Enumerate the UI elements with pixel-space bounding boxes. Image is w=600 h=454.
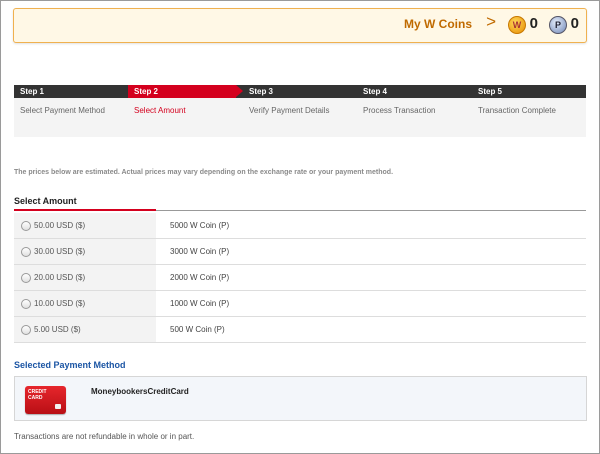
amount-radio[interactable]: [21, 221, 31, 231]
amount-option[interactable]: 20.00 USD ($) 2000 W Coin (P): [14, 265, 586, 291]
refund-note: Transactions are not refundable in whole…: [14, 432, 195, 441]
amount-price: 50.00 USD ($): [34, 221, 86, 230]
step-progress: Step 1 Select Payment Method Step 2 Sele…: [14, 85, 586, 137]
w-coin-balance: 0: [529, 15, 538, 32]
amount-price: 5.00 USD ($): [34, 325, 81, 334]
step-2: Step 2 Select Amount: [128, 85, 243, 137]
step-title: Step 1: [20, 87, 45, 96]
amount-price-cell: 5.00 USD ($): [14, 317, 156, 342]
amount-coin: 2000 W Coin (P): [170, 273, 230, 282]
card-text: CREDIT CARD: [28, 389, 47, 401]
step-title: Step 2: [134, 87, 159, 96]
step-1: Step 1 Select Payment Method: [14, 85, 128, 137]
amount-coin: 5000 W Coin (P): [170, 221, 230, 230]
amount-price-cell: 30.00 USD ($): [14, 239, 156, 264]
step-4: Step 4 Process Transaction: [357, 85, 471, 137]
amount-price: 20.00 USD ($): [34, 273, 86, 282]
amount-radio[interactable]: [21, 325, 31, 335]
step-label: Verify Payment Details: [249, 106, 330, 115]
step-title: Step 5: [478, 87, 503, 96]
step-title: Step 4: [363, 87, 388, 96]
payment-method-box: CREDIT CARD MoneybookersCreditCard: [14, 376, 587, 421]
amount-radio[interactable]: [21, 299, 31, 309]
p-coin-balance: 0: [570, 15, 579, 32]
coin-balance-bar: My W Coins > W 0 P 0: [13, 8, 587, 43]
step-5: Step 5 Transaction Complete: [472, 85, 586, 137]
step-label: Process Transaction: [363, 106, 436, 115]
my-w-coins-link[interactable]: My W Coins: [404, 17, 472, 31]
chevron-right-icon: >: [486, 12, 496, 31]
amount-price: 10.00 USD ($): [34, 299, 86, 308]
credit-card-icon: CREDIT CARD: [25, 386, 66, 414]
amount-price-cell: 50.00 USD ($): [14, 213, 156, 238]
active-step-arrow: [236, 85, 243, 97]
price-notice: The prices below are estimated. Actual p…: [14, 169, 394, 176]
amount-option[interactable]: 10.00 USD ($) 1000 W Coin (P): [14, 291, 586, 317]
amount-price-cell: 20.00 USD ($): [14, 265, 156, 290]
amount-radio[interactable]: [21, 247, 31, 257]
card-chip: [55, 404, 61, 409]
amount-option[interactable]: 5.00 USD ($) 500 W Coin (P): [14, 317, 586, 343]
select-amount-heading: Select Amount: [14, 196, 77, 206]
step-label: Transaction Complete: [478, 106, 556, 115]
step-label: Select Payment Method: [20, 106, 105, 115]
step-title: Step 3: [249, 87, 274, 96]
payment-method-name: MoneybookersCreditCard: [91, 387, 189, 396]
amount-option[interactable]: 50.00 USD ($) 5000 W Coin (P): [14, 213, 586, 239]
amount-price-cell: 10.00 USD ($): [14, 291, 156, 316]
amount-coin: 500 W Coin (P): [170, 325, 225, 334]
selected-payment-heading: Selected Payment Method: [14, 360, 126, 370]
amount-option[interactable]: 30.00 USD ($) 3000 W Coin (P): [14, 239, 586, 265]
heading-accent: [14, 209, 156, 211]
amount-radio[interactable]: [21, 273, 31, 283]
w-coin-icon: W: [508, 16, 526, 34]
amount-price: 30.00 USD ($): [34, 247, 86, 256]
step-label: Select Amount: [134, 106, 186, 115]
amount-coin: 1000 W Coin (P): [170, 299, 230, 308]
step-3: Step 3 Verify Payment Details: [243, 85, 357, 137]
amount-coin: 3000 W Coin (P): [170, 247, 230, 256]
p-coin-icon: P: [549, 16, 567, 34]
